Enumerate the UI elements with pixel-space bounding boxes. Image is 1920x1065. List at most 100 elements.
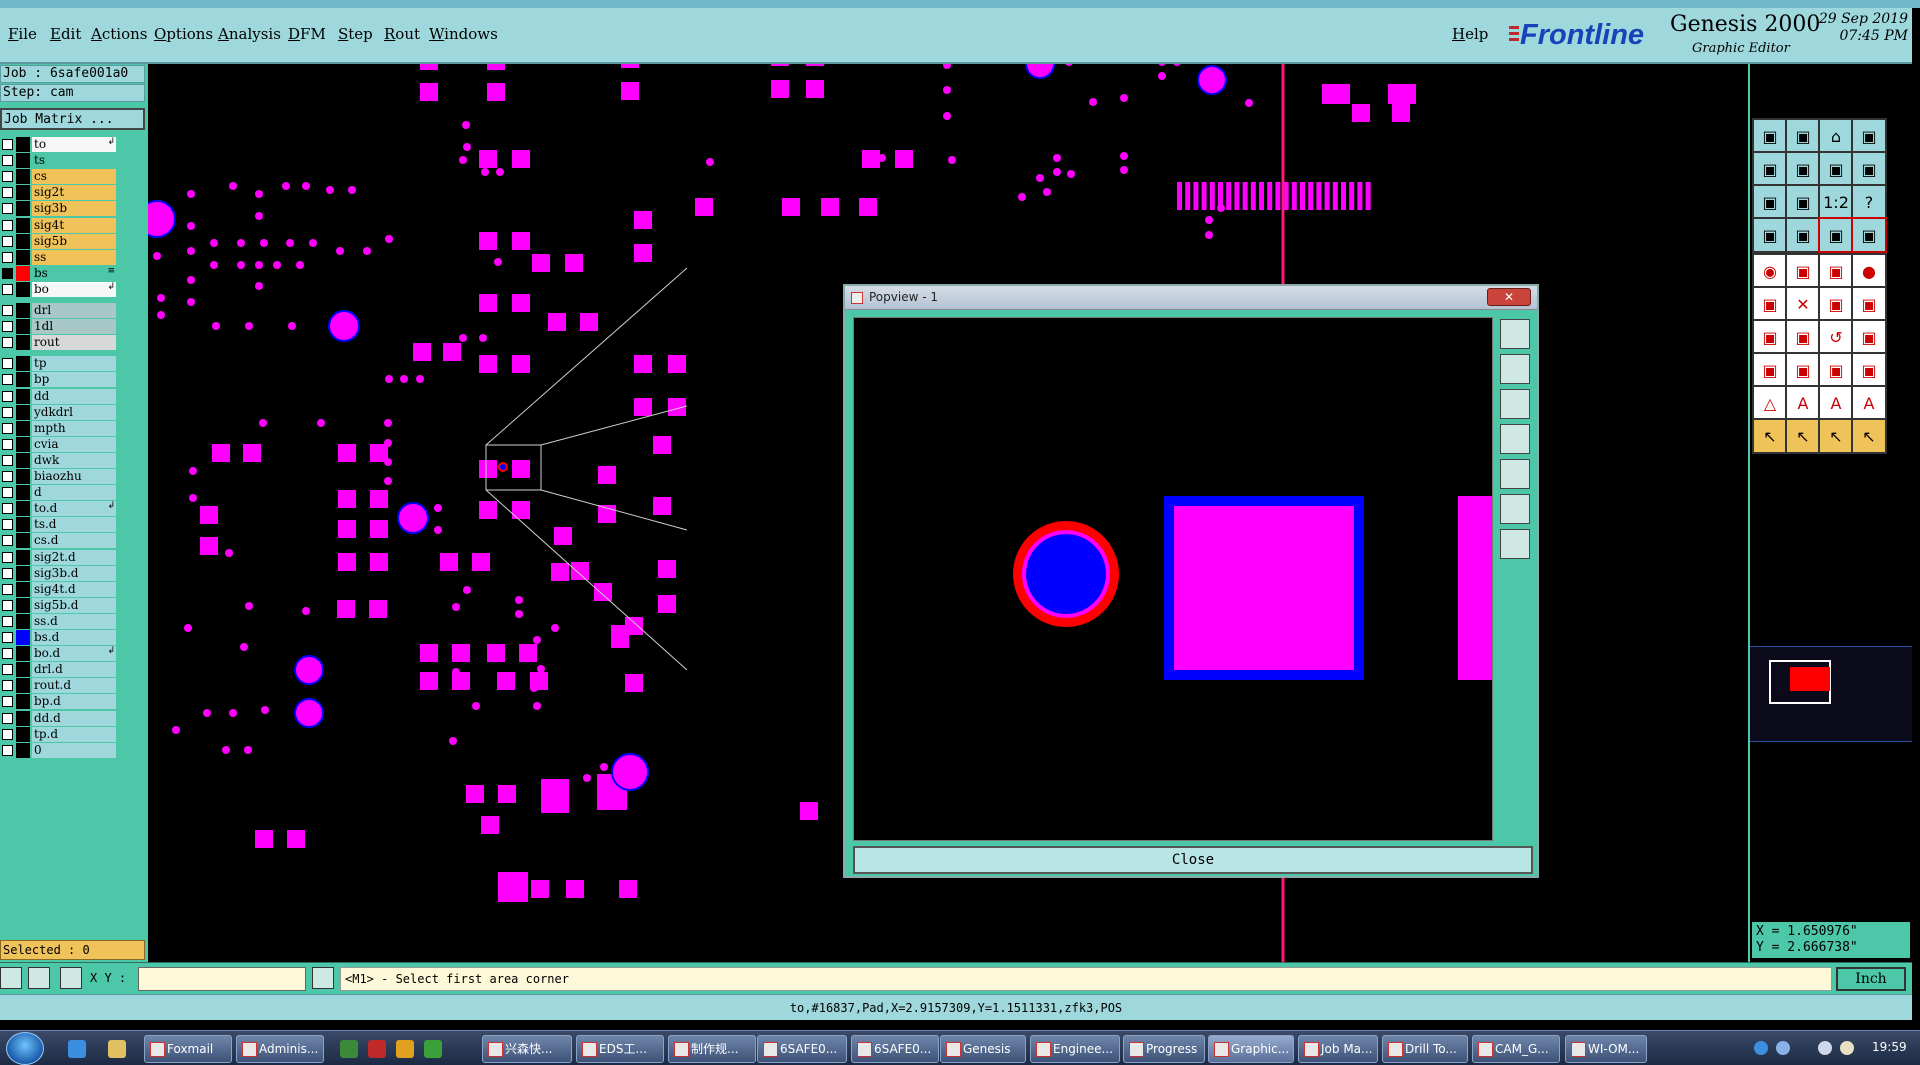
pad-square[interactable] bbox=[512, 150, 530, 168]
layer-color-swatch[interactable] bbox=[16, 281, 30, 297]
layer-checkbox[interactable] bbox=[2, 728, 13, 740]
zoom-window-icon[interactable]: ▣ bbox=[1752, 118, 1788, 154]
via[interactable] bbox=[255, 261, 263, 269]
layer-checkbox[interactable] bbox=[2, 632, 13, 643]
layer-name[interactable]: cs bbox=[32, 169, 116, 185]
via[interactable] bbox=[212, 322, 220, 330]
menu-rout[interactable]: Rout bbox=[384, 25, 420, 43]
via[interactable] bbox=[479, 355, 487, 363]
large-pad[interactable] bbox=[541, 779, 569, 813]
via[interactable] bbox=[363, 247, 371, 255]
layer-color-swatch[interactable] bbox=[16, 662, 30, 678]
connector-finger[interactable] bbox=[1267, 182, 1273, 210]
via[interactable] bbox=[1036, 174, 1044, 182]
via[interactable] bbox=[1245, 99, 1253, 107]
pad-square[interactable] bbox=[1352, 104, 1370, 122]
connector-finger[interactable] bbox=[1250, 182, 1256, 210]
connector-finger[interactable] bbox=[1316, 182, 1322, 210]
layer-row[interactable]: ydkdrl bbox=[0, 404, 118, 420]
pad-square[interactable] bbox=[565, 254, 583, 272]
layer-checkbox[interactable] bbox=[2, 139, 13, 150]
connector-finger[interactable] bbox=[1209, 182, 1215, 210]
pad-square[interactable] bbox=[200, 506, 218, 524]
layer-checkbox[interactable] bbox=[2, 374, 13, 386]
pad-square[interactable] bbox=[370, 553, 388, 571]
layer-row[interactable]: dd.d bbox=[0, 710, 118, 726]
layer-row[interactable]: rout bbox=[0, 335, 118, 351]
pad-square[interactable] bbox=[370, 520, 388, 538]
layer-row[interactable]: cs bbox=[0, 169, 118, 185]
pad-square[interactable] bbox=[594, 583, 612, 601]
via[interactable] bbox=[172, 726, 180, 734]
layer-row[interactable]: bo ↲ bbox=[0, 281, 118, 297]
layer-checkbox[interactable] bbox=[2, 321, 13, 333]
layer-name[interactable]: sig3b.d bbox=[32, 565, 116, 581]
layer-name[interactable]: cs.d bbox=[32, 533, 116, 549]
layer-checkbox[interactable] bbox=[2, 680, 13, 692]
layer-color-swatch[interactable] bbox=[16, 319, 30, 335]
pad-square[interactable] bbox=[512, 232, 530, 250]
via[interactable] bbox=[583, 774, 591, 782]
layer-row[interactable]: ts.d bbox=[0, 517, 118, 533]
layer-name[interactable]: sig5b.d bbox=[32, 597, 116, 613]
layer-checkbox[interactable] bbox=[2, 406, 13, 418]
layer-color-swatch[interactable] bbox=[16, 646, 30, 662]
via[interactable] bbox=[416, 375, 424, 383]
layer-name[interactable]: drl bbox=[32, 303, 116, 318]
via[interactable] bbox=[479, 334, 487, 342]
layers-icon[interactable]: ▣ bbox=[1752, 217, 1788, 253]
layer-row[interactable]: sig4t bbox=[0, 217, 118, 233]
layer-row[interactable]: sig5b bbox=[0, 233, 118, 249]
popview-close-icon[interactable]: ✕ bbox=[1487, 288, 1531, 306]
pad-square[interactable] bbox=[658, 560, 676, 578]
via[interactable] bbox=[237, 239, 245, 247]
popview-zoom-icon[interactable] bbox=[1500, 319, 1530, 349]
round-pad[interactable] bbox=[611, 753, 649, 791]
ratio-icon[interactable]: ▣ bbox=[1818, 151, 1854, 187]
pointer-select-icon[interactable]: ↖ bbox=[1785, 418, 1821, 454]
layer-row[interactable]: tp bbox=[0, 356, 118, 372]
layer-row[interactable]: sig5b.d bbox=[0, 597, 118, 613]
pad-square[interactable] bbox=[625, 617, 643, 635]
pad-square[interactable] bbox=[420, 672, 438, 690]
layer-checkbox[interactable] bbox=[2, 219, 13, 231]
start-button[interactable] bbox=[6, 1032, 44, 1065]
via[interactable] bbox=[261, 706, 269, 714]
via[interactable] bbox=[1205, 216, 1213, 224]
layer-name[interactable]: to.d bbox=[32, 501, 116, 517]
via[interactable] bbox=[515, 596, 523, 604]
layer-name[interactable]: bo.d bbox=[32, 646, 116, 662]
pad-square[interactable] bbox=[443, 343, 461, 361]
layer-name[interactable]: 1dl bbox=[32, 319, 116, 335]
pad-square[interactable] bbox=[287, 830, 305, 848]
via[interactable] bbox=[245, 602, 253, 610]
layer-checkbox[interactable] bbox=[2, 358, 13, 370]
pad-square[interactable] bbox=[487, 64, 505, 70]
pad-square[interactable] bbox=[481, 816, 499, 834]
taskbar-item[interactable]: 制作规... bbox=[668, 1035, 756, 1063]
pad-square[interactable] bbox=[621, 82, 639, 100]
layer-name[interactable]: dwk bbox=[32, 452, 116, 468]
connector-finger[interactable] bbox=[1308, 182, 1314, 210]
via[interactable] bbox=[302, 607, 310, 615]
info-icon[interactable] bbox=[312, 967, 334, 989]
taskbar-item[interactable]: EDS工... bbox=[576, 1035, 664, 1063]
minimap[interactable] bbox=[1750, 646, 1912, 742]
layer-row[interactable]: to.d ↲ bbox=[0, 501, 118, 517]
via[interactable] bbox=[255, 190, 263, 198]
connector-finger[interactable] bbox=[1341, 182, 1346, 210]
network-icon[interactable] bbox=[1754, 1041, 1768, 1055]
popview-view[interactable] bbox=[853, 317, 1493, 841]
pad-square[interactable] bbox=[621, 64, 639, 68]
via[interactable] bbox=[1120, 166, 1128, 174]
taskbar-item[interactable]: Job Ma... bbox=[1298, 1035, 1378, 1063]
layer-color-swatch[interactable] bbox=[16, 678, 30, 694]
quicklaunch-icon[interactable] bbox=[340, 1040, 358, 1058]
round-pad[interactable] bbox=[294, 698, 324, 728]
pad-square[interactable] bbox=[566, 880, 584, 898]
via[interactable] bbox=[1217, 204, 1225, 212]
pad-square[interactable] bbox=[634, 211, 652, 229]
mirror-icon[interactable]: ▣ bbox=[1851, 319, 1887, 355]
layer-checkbox[interactable] bbox=[2, 664, 13, 676]
connector-finger[interactable] bbox=[1291, 182, 1297, 210]
